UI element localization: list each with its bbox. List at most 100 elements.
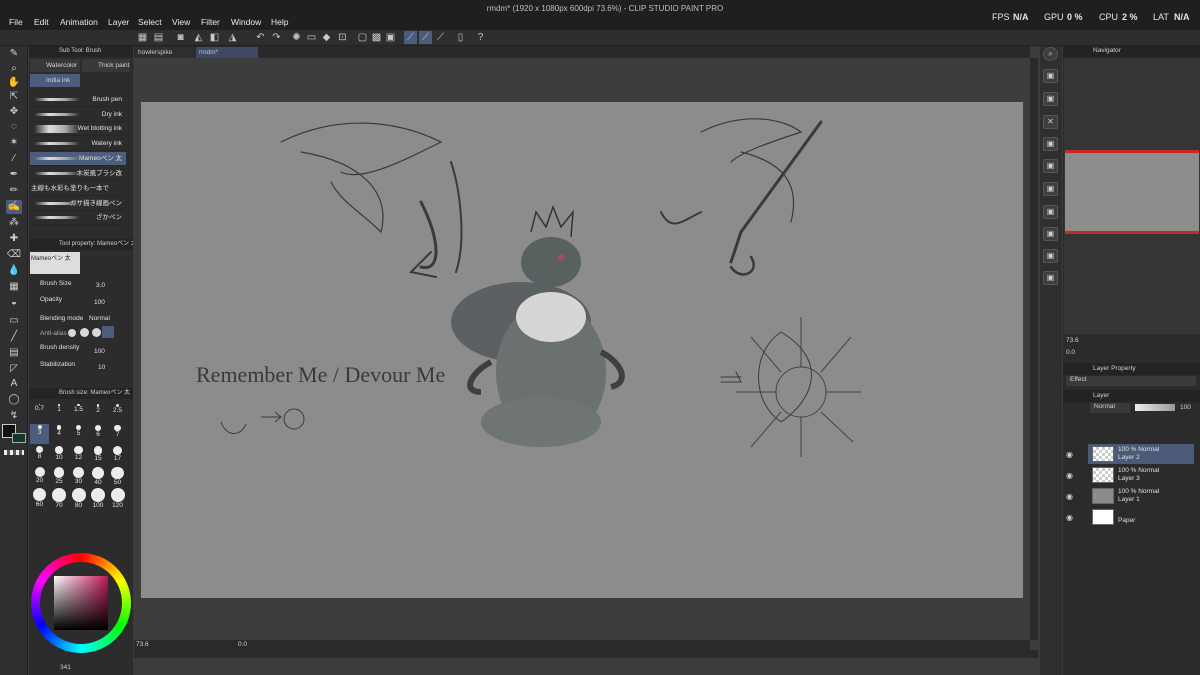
- pen-tool-icon[interactable]: ✎: [6, 47, 22, 61]
- horizontal-scrollbar[interactable]: [134, 650, 1038, 658]
- redo-icon[interactable]: ↷: [270, 31, 283, 44]
- brush-size-option[interactable]: 8: [30, 445, 49, 465]
- tab-rmdm[interactable]: rmdm*: [196, 47, 258, 58]
- brush-size-option[interactable]: 2: [89, 403, 108, 423]
- brush-size-option[interactable]: 1: [50, 403, 69, 423]
- show-area-icon[interactable]: ▢: [356, 31, 369, 44]
- brush-item[interactable]: Wet blotting ink: [30, 122, 126, 136]
- brush-size-option[interactable]: 100: [89, 487, 108, 509]
- decoration-icon[interactable]: ✚: [6, 232, 22, 246]
- correct-line-icon[interactable]: ↯: [6, 409, 22, 423]
- canvas-zoom-value[interactable]: 73.6: [136, 640, 149, 650]
- opacity-value[interactable]: 100: [94, 299, 105, 306]
- menu-select[interactable]: Select: [138, 17, 162, 27]
- undo-icon[interactable]: ↶: [254, 31, 267, 44]
- ruler-tool-icon[interactable]: ◸: [6, 362, 22, 376]
- brush-item[interactable]: Watery ink: [30, 137, 126, 151]
- material-icon[interactable]: ▣: [1043, 227, 1058, 241]
- brush-size-option[interactable]: 120: [108, 487, 127, 509]
- visibility-eye-icon[interactable]: ◉: [1066, 492, 1073, 501]
- save-icon[interactable]: ◙: [174, 31, 187, 44]
- material-icon[interactable]: ▣: [1043, 249, 1058, 263]
- brush-size-option[interactable]: 17: [108, 445, 127, 465]
- brush-item[interactable]: 木炭風ブラシ改: [30, 167, 126, 181]
- menu-filter[interactable]: Filter: [201, 17, 220, 27]
- blend-mode-select[interactable]: Normal: [1090, 403, 1130, 413]
- magic-wand-icon[interactable]: ✶: [6, 136, 22, 150]
- drawing-paper[interactable]: Remember Me / Devour Me: [141, 102, 1023, 598]
- brush-size-value[interactable]: 3.0: [96, 282, 105, 289]
- text-tool-icon[interactable]: A: [6, 377, 22, 391]
- density-value[interactable]: 100: [94, 348, 105, 355]
- brush-size-option[interactable]: 10: [50, 445, 69, 465]
- layer-row[interactable]: Paper: [1088, 507, 1194, 527]
- balloon-icon[interactable]: ◯: [6, 393, 22, 407]
- blend-icon[interactable]: 💧: [6, 264, 22, 278]
- pencil-icon[interactable]: ✏: [6, 184, 22, 198]
- material-icon[interactable]: ▣: [1043, 271, 1058, 285]
- menu-file[interactable]: File: [9, 17, 23, 27]
- navigator-zoom-value[interactable]: 73.6: [1066, 337, 1079, 344]
- brush-item[interactable]: ざかペン: [30, 211, 126, 225]
- mobile-icon[interactable]: ▯: [454, 31, 467, 44]
- line-icon[interactable]: ╱: [6, 330, 22, 344]
- fill-tool-icon[interactable]: ▦: [6, 280, 22, 294]
- brush-size-option[interactable]: 60: [30, 487, 49, 508]
- menu-edit[interactable]: Edit: [34, 17, 49, 27]
- brush-item[interactable]: ガサ描き線画ペン: [30, 197, 126, 211]
- color-saturation-square[interactable]: [54, 576, 108, 630]
- new-file-icon[interactable]: ▦: [136, 31, 149, 44]
- material-icon[interactable]: ▣: [1043, 182, 1058, 196]
- brush-size-option[interactable]: 0.7: [30, 403, 49, 423]
- frame-icon[interactable]: ▤: [6, 346, 22, 360]
- canvas-angle-value[interactable]: 0.0: [238, 640, 247, 650]
- pen-icon[interactable]: ✒: [6, 168, 22, 182]
- layer-row[interactable]: 100 % Normal Layer 1: [1088, 486, 1194, 506]
- material-icon[interactable]: ▣: [1043, 159, 1058, 173]
- brush-item[interactable]: Mameoペン 太: [30, 152, 126, 166]
- brush-size-option[interactable]: 50: [108, 466, 127, 486]
- rotate-icon[interactable]: ✺: [290, 31, 303, 44]
- brush-item[interactable]: Brush pen: [30, 93, 126, 107]
- eraser-icon[interactable]: ⌫: [6, 248, 22, 262]
- brush-size-option[interactable]: 70: [50, 487, 69, 509]
- brush-size-option[interactable]: 3: [30, 424, 49, 444]
- material-icon[interactable]: ▣: [1043, 137, 1058, 151]
- eyedropper-icon[interactable]: ⁄: [6, 152, 22, 166]
- group-watercolor[interactable]: Watercolor: [30, 59, 80, 72]
- menu-help[interactable]: Help: [271, 17, 288, 27]
- open-file-icon[interactable]: ▤: [152, 31, 165, 44]
- brush-size-option[interactable]: 12: [69, 445, 88, 465]
- blending-value[interactable]: Normal: [89, 315, 110, 322]
- snap-special-ruler-icon[interactable]: ⟋: [419, 31, 432, 44]
- menu-animation[interactable]: Animation: [60, 17, 98, 27]
- lasso-tool-icon[interactable]: ◌: [6, 120, 22, 134]
- brush-size-option[interactable]: 25: [50, 466, 69, 486]
- menu-layer[interactable]: Layer: [108, 17, 129, 27]
- bucket-icon[interactable]: ◮: [226, 31, 239, 44]
- navigator-angle-value[interactable]: 0.0: [1066, 349, 1075, 356]
- menu-view[interactable]: View: [172, 17, 190, 27]
- material-icon[interactable]: ▣: [1043, 69, 1058, 83]
- layer-opacity-value[interactable]: 100: [1180, 404, 1191, 411]
- brush-size-option[interactable]: 1.5: [69, 403, 88, 423]
- transform-icon[interactable]: ⊡: [336, 31, 349, 44]
- brush-size-option[interactable]: 40: [89, 466, 108, 486]
- tab-howlerspike[interactable]: howlerspike: [135, 47, 195, 58]
- clear-icon[interactable]: ▭: [305, 31, 318, 44]
- stabilization-value[interactable]: 10: [98, 364, 105, 371]
- figure-icon[interactable]: ▭: [6, 314, 22, 328]
- help-icon[interactable]: ?: [474, 31, 487, 44]
- antialias-weak[interactable]: [80, 328, 89, 337]
- brush-size-option[interactable]: 80: [69, 487, 88, 509]
- brush-tool-icon[interactable]: ✍: [6, 200, 22, 214]
- brush-size-option[interactable]: 15: [89, 445, 108, 465]
- hand-tool-icon[interactable]: ✋: [6, 76, 22, 90]
- move-tool-icon[interactable]: ✥: [6, 105, 22, 119]
- fill-icon[interactable]: ◭: [192, 31, 205, 44]
- gradient-tool-icon[interactable]: ◒: [6, 296, 22, 310]
- brush-size-option[interactable]: 6: [89, 424, 108, 444]
- brush-size-option[interactable]: 20: [30, 466, 49, 486]
- selection-fill-icon[interactable]: ◆: [320, 31, 333, 44]
- zoom-tool-icon[interactable]: ⌕: [6, 62, 22, 76]
